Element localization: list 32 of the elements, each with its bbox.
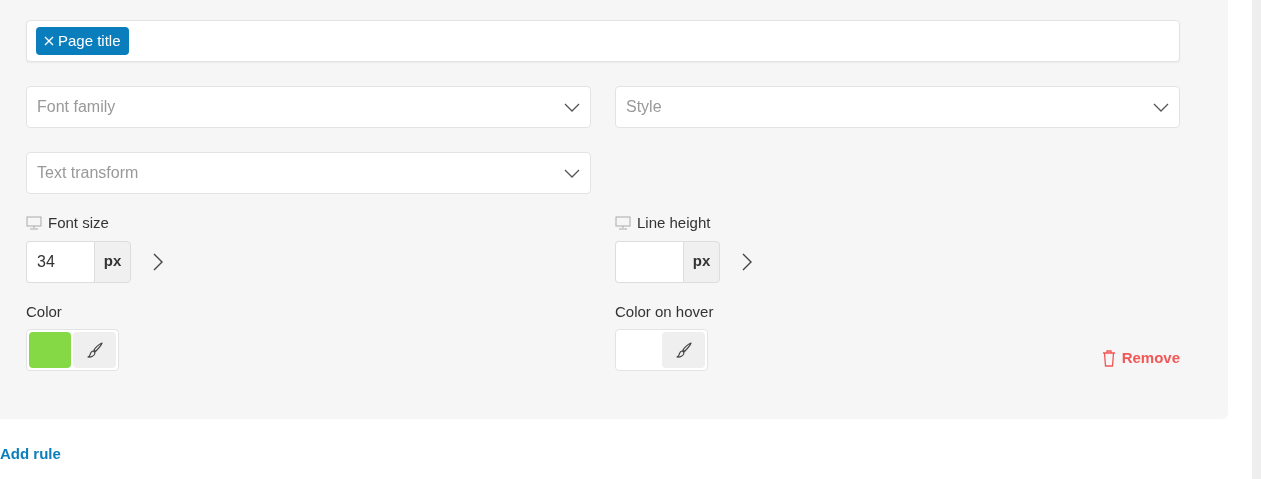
chevron-right-icon[interactable] <box>153 252 163 271</box>
field-label: Line height <box>637 213 711 233</box>
field-label: Color on hover <box>615 301 714 322</box>
color-picker-button[interactable] <box>73 332 116 368</box>
tag-field[interactable]: Page title <box>26 20 1180 62</box>
field-label: Color <box>26 301 63 322</box>
brush-icon <box>674 341 693 359</box>
chevron-down-icon <box>564 102 580 112</box>
field-label: Font size <box>48 213 109 233</box>
select-field[interactable]: Font family <box>26 86 591 128</box>
trash-icon <box>1101 348 1116 367</box>
color-swatch[interactable] <box>29 332 71 368</box>
remove-button[interactable]: Remove <box>1101 346 1180 369</box>
unit-label: px <box>683 240 720 283</box>
brush-icon <box>85 341 104 359</box>
chevron-down-icon <box>1153 102 1169 112</box>
number-input[interactable] <box>615 240 683 283</box>
placeholder-text: Font family <box>37 97 116 117</box>
monitor-icon <box>26 216 42 231</box>
select-field[interactable]: Text transform <box>26 152 591 194</box>
close-icon <box>44 36 54 46</box>
chevron-right-icon[interactable] <box>742 252 752 271</box>
placeholder-text: Style <box>626 97 662 117</box>
select-field[interactable]: Style <box>615 86 1180 128</box>
add-rule-link[interactable]: Add rule <box>0 443 61 466</box>
unit-label: px <box>94 240 131 283</box>
tag-chip[interactable]: Page title <box>36 27 129 55</box>
number-input[interactable]: 34 <box>26 240 94 283</box>
placeholder-text: Text transform <box>37 163 139 183</box>
monitor-icon <box>615 216 631 231</box>
chevron-down-icon <box>564 168 580 178</box>
color-picker-button[interactable] <box>662 332 705 368</box>
